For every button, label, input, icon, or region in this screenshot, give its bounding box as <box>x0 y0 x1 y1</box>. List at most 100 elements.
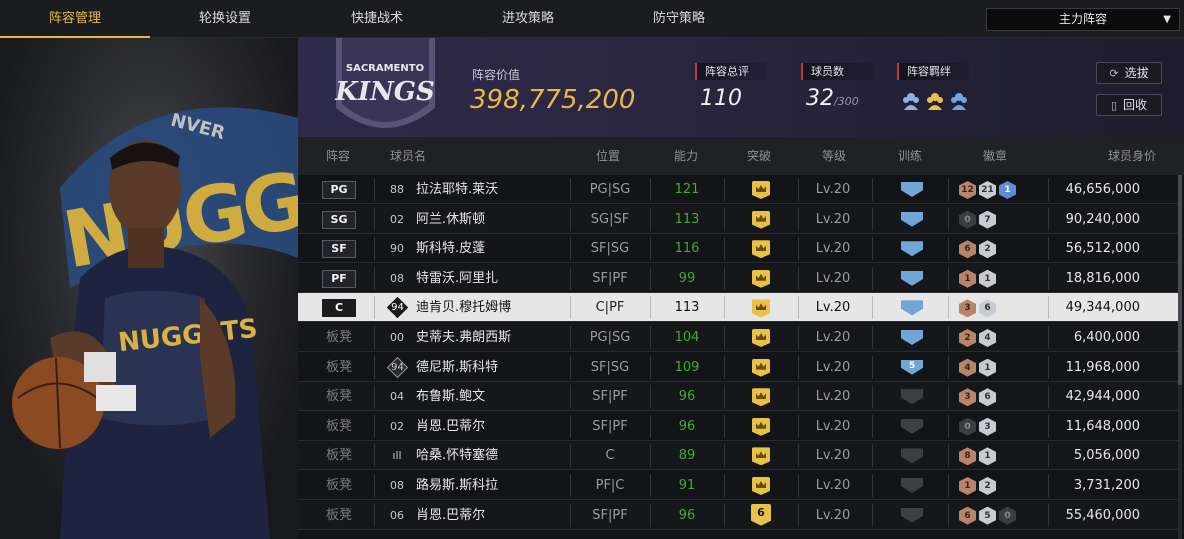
refresh-icon: ⟳ <box>1109 67 1119 80</box>
column-divider <box>872 414 873 438</box>
badge-hex-icon: 1 <box>959 477 976 495</box>
player-position: C <box>605 448 615 464</box>
column-divider <box>948 385 949 409</box>
badge-hex-icon: 6 <box>979 299 996 318</box>
lineup-dropdown[interactable]: 主力阵容 ▼ <box>986 8 1180 31</box>
kings-logo-lettering: SACRAMENTO KINGS <box>334 63 435 107</box>
player-ability: 116 <box>674 241 700 257</box>
training-icon[interactable] <box>901 389 923 405</box>
training-icon[interactable] <box>901 478 923 493</box>
training-icon[interactable] <box>901 418 923 434</box>
jersey-number: 06 <box>390 508 404 522</box>
crown-icon <box>756 273 766 281</box>
table-row[interactable]: 板凳 08 路易斯.斯科拉 PF|C 91 Lv.20 1 2 3,731,200 <box>298 471 1178 500</box>
jersey-number: 08 <box>390 271 404 285</box>
lineup-rating-label: 阵容总评 <box>695 63 767 80</box>
player-position: SF|SG <box>590 241 630 257</box>
breakthrough-icon[interactable] <box>752 210 770 229</box>
player-value: 56,512,000 <box>1065 241 1140 257</box>
column-divider <box>374 237 375 261</box>
column-divider <box>374 178 375 201</box>
table-row[interactable]: SG 02 阿兰.休斯顿 SG|SF 113 Lv.20 0 7 90,240,000 <box>298 205 1178 234</box>
tab-quick-tactics[interactable]: 快捷战术 <box>302 0 452 38</box>
select-players-button[interactable]: ⟳ 选拔 <box>1096 62 1162 84</box>
table-row[interactable]: SF 90 斯科特.皮蓬 SF|SG 116 Lv.20 6 2 56,512,000 <box>298 234 1178 264</box>
table-row[interactable]: 板凳 02 肖恩.巴蒂尔 SF|PF 96 Lv.20 0 3 11,648,000 <box>298 412 1178 441</box>
player-level: Lv.20 <box>815 478 851 493</box>
breakthrough-icon[interactable] <box>752 358 770 377</box>
table-row[interactable]: PG 88 拉法耶特.莱沃 PG|SG 121 Lv.20 12 21 1 46,656,000 <box>298 175 1178 204</box>
breakthrough-icon[interactable] <box>752 240 770 259</box>
crown-icon <box>756 244 766 252</box>
player-name: 肖恩.巴蒂尔 <box>416 507 486 523</box>
table-row[interactable]: 板凳 04 布鲁斯.鲍文 SF|PF 96 Lv.20 3 6 42,944,000 <box>298 382 1178 412</box>
table-row[interactable]: 板凳 00 史蒂夫.弗朗西斯 PG|SG 104 Lv.20 2 4 6,400,000 <box>298 323 1178 352</box>
table-scrollbar[interactable] <box>1178 175 1182 539</box>
training-icon[interactable]: 5 <box>901 359 923 375</box>
column-divider <box>872 326 873 349</box>
tab-lineup-management[interactable]: 阵容管理 <box>0 0 150 38</box>
breakthrough-icon[interactable]: 6 <box>751 503 771 526</box>
training-icon[interactable] <box>901 241 923 257</box>
column-divider <box>1048 266 1049 290</box>
breakthrough-icon[interactable] <box>752 269 770 288</box>
column-divider <box>1048 355 1049 379</box>
badge-hex-icon: 3 <box>959 299 976 318</box>
player-level: Lv.20 <box>815 418 851 434</box>
player-count-value: 32/300 <box>806 86 859 111</box>
training-icon[interactable] <box>901 211 923 227</box>
breakthrough-icon[interactable] <box>752 388 770 407</box>
breakthrough-icon[interactable] <box>752 181 770 199</box>
player-position: SF|PF <box>592 270 628 286</box>
column-divider <box>724 474 725 497</box>
player-level: Lv.20 <box>815 241 851 257</box>
column-divider <box>1048 444 1049 468</box>
training-icon[interactable] <box>901 300 923 316</box>
table-row[interactable]: PF 08 特雷沃.阿里扎 SF|PF 99 Lv.20 1 1 18,816,000 <box>298 264 1178 293</box>
breakthrough-icon[interactable] <box>752 299 770 318</box>
player-ability: 104 <box>674 330 700 345</box>
training-icon[interactable] <box>901 507 923 523</box>
player-ability: 109 <box>674 359 700 375</box>
column-divider <box>872 385 873 409</box>
scrollbar-thumb[interactable] <box>1178 175 1182 385</box>
badge-hex-icon: 6 <box>959 240 976 259</box>
jersey-number: 02 <box>390 419 404 433</box>
recycle-button[interactable]: ▯ 回收 <box>1096 94 1162 116</box>
position-slot-badge: SG <box>322 210 356 229</box>
training-icon[interactable] <box>901 270 923 286</box>
training-icon[interactable] <box>901 448 923 464</box>
table-row[interactable]: C 94 迪肯贝.穆托姆博 C|PF 113 Lv.20 3 6 49,344,000 <box>298 293 1178 323</box>
player-name: 德尼斯.斯科特 <box>416 359 499 375</box>
badge-hex-icon: 1 <box>999 181 1016 199</box>
table-row[interactable]: 板凳 06 肖恩.巴蒂尔 SF|PF 96 6 Lv.20 6 5 0 55,460,000 <box>298 501 1178 530</box>
top-tab-bar: 阵容管理 轮换设置 快捷战术 进攻策略 防守策略 主力阵容 ▼ <box>0 0 1184 38</box>
tab-defense-strategy[interactable]: 防守策略 <box>604 0 754 38</box>
col-player-value: 球员身价 <box>1108 149 1157 163</box>
kings-team-logo: SACRAMENTO KINGS <box>334 38 435 128</box>
breakthrough-icon[interactable] <box>752 447 770 466</box>
table-row[interactable]: 板凳 94 德尼斯.斯科特 SF|SG 109 Lv.20 5 4 1 11,968,000 <box>298 353 1178 382</box>
breakthrough-icon[interactable] <box>752 417 770 436</box>
column-divider <box>948 503 949 527</box>
table-row[interactable]: 板凳 ıll 哈桑.怀特塞德 C 89 Lv.20 8 1 5,056,000 <box>298 441 1178 471</box>
badge-hex-icon: 2 <box>979 240 996 259</box>
player-name: 特雷沃.阿里扎 <box>416 270 499 286</box>
bond-icons[interactable] <box>902 90 974 116</box>
breakthrough-icon[interactable] <box>752 477 770 495</box>
bench-slot-label: 板凳 <box>326 389 353 405</box>
roster-table: 阵容 球员名 位置 能力 突破 等级 训练 徽章 球员身价 PG 88 拉法耶特.莱… <box>298 137 1184 539</box>
tab-offense-strategy[interactable]: 进攻策略 <box>453 0 603 38</box>
tab-rotation-settings[interactable]: 轮换设置 <box>150 0 300 38</box>
training-icon[interactable] <box>901 182 923 197</box>
position-slot-badge: PF <box>322 269 356 288</box>
column-divider <box>872 474 873 497</box>
badge-hex-icon: 3 <box>979 417 996 436</box>
lineup-value-label: 阵容价值 <box>472 68 521 82</box>
player-value: 11,968,000 <box>1065 359 1140 375</box>
training-icon[interactable] <box>901 330 923 345</box>
badge-hex-icon: 1 <box>979 269 996 288</box>
breakthrough-icon[interactable] <box>752 329 770 347</box>
badge-hex-icon: 6 <box>979 388 996 407</box>
column-divider <box>948 266 949 290</box>
